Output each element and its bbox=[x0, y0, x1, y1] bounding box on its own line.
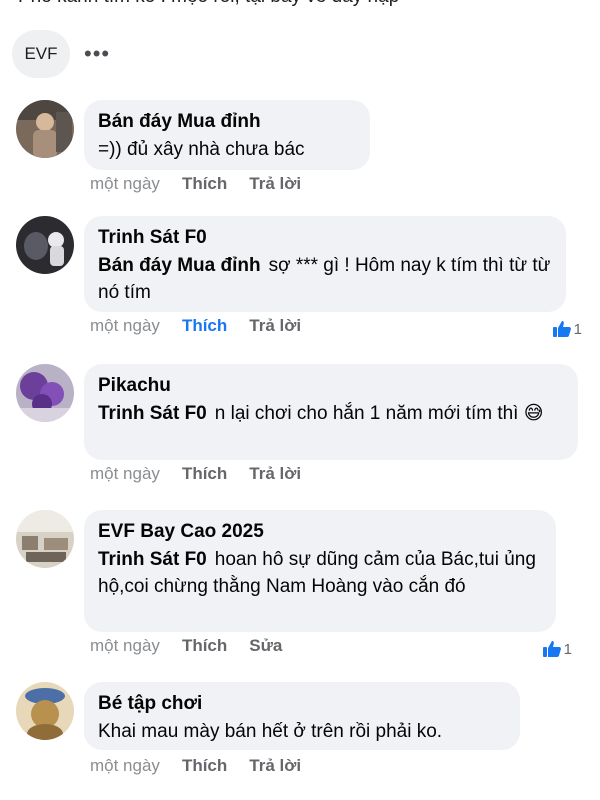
comment-time: một ngày bbox=[90, 464, 160, 483]
avatar[interactable] bbox=[16, 682, 74, 740]
like-button[interactable]: Thích bbox=[182, 174, 227, 194]
mention-tag[interactable]: Trinh Sát F0 bbox=[98, 403, 207, 424]
avatar-image bbox=[16, 216, 74, 274]
comment-bubble: EVF Bay Cao 2025 Trinh Sát F0 hoan hô sự … bbox=[84, 510, 556, 632]
like-count: 1 bbox=[563, 640, 572, 658]
mention-tag[interactable]: Trinh Sát F0 bbox=[98, 549, 207, 570]
avatar[interactable] bbox=[16, 364, 74, 422]
comment-actions: một ngày Thích Trả lời bbox=[90, 756, 301, 776]
comment-actions: một ngày Thích Trả lời bbox=[90, 174, 301, 194]
comment-author[interactable]: Trinh Sát F0 bbox=[98, 224, 552, 252]
comment-time: một ngày bbox=[90, 636, 160, 655]
comment-time: một ngày bbox=[90, 174, 160, 193]
like-thumb-icon bbox=[542, 641, 561, 657]
comment-time: một ngày bbox=[90, 316, 160, 335]
comment-text: Trinh Sát F0 n lại chơi cho hắn 1 năm mới… bbox=[98, 400, 564, 427]
mention-tag[interactable]: Bán đáy Mua đỉnh bbox=[98, 255, 261, 276]
author-chip[interactable]: EVF bbox=[12, 30, 70, 78]
avatar-image bbox=[16, 364, 74, 422]
avatar-image bbox=[16, 682, 74, 740]
reply-button[interactable]: Trả lời bbox=[249, 174, 301, 194]
avatar-image bbox=[16, 510, 74, 568]
comment-body: n lại chơi cho hắn 1 năm mới tím thì 😅 bbox=[214, 403, 544, 424]
post-author-row: EVF ••• bbox=[12, 30, 110, 78]
comment-bubble: Pikachu Trinh Sát F0 n lại chơi cho hắn 1… bbox=[84, 364, 578, 460]
reaction-count[interactable]: 1 bbox=[552, 320, 582, 338]
comment-time: một ngày bbox=[90, 756, 160, 775]
comment-actions: một ngày Thích Sửa bbox=[90, 636, 282, 656]
reply-button[interactable]: Trả lời bbox=[249, 756, 301, 776]
avatar[interactable] bbox=[16, 100, 74, 158]
partial-post-text: Phó kanh tìm ko : mẹo rồi, tại bây về đầ… bbox=[18, 0, 399, 8]
comment-actions: một ngày Thích Trả lời bbox=[90, 316, 301, 336]
comments-screen: Phó kanh tìm ko : mẹo rồi, tại bây về đầ… bbox=[0, 0, 600, 800]
like-thumb-icon bbox=[552, 321, 571, 337]
reply-button[interactable]: Trả lời bbox=[249, 316, 301, 336]
comment-actions: một ngày Thích Trả lời bbox=[90, 464, 301, 484]
comment-author[interactable]: Bé tập chơi bbox=[98, 690, 506, 718]
comment-bubble: Bán đáy Mua đỉnh =)) đủ xây nhà chưa bác bbox=[84, 100, 370, 170]
avatar-image bbox=[16, 100, 74, 158]
avatar[interactable] bbox=[16, 216, 74, 274]
comment-author[interactable]: Pikachu bbox=[98, 372, 564, 400]
comment-text: Khai mau mày bán hết ở trên rồi phải ko. bbox=[98, 721, 443, 742]
comment-author[interactable]: EVF Bay Cao 2025 bbox=[98, 518, 542, 546]
like-button[interactable]: Thích bbox=[182, 316, 227, 336]
comment-text: =)) đủ xây nhà chưa bác bbox=[98, 139, 305, 160]
reply-button[interactable]: Trả lời bbox=[249, 464, 301, 484]
more-options-icon[interactable]: ••• bbox=[84, 43, 110, 65]
comment-text: Bán đáy Mua đỉnh sợ *** gì ! Hôm nay k tí… bbox=[98, 252, 552, 306]
like-button[interactable]: Thích bbox=[182, 464, 227, 484]
comment-text: Trinh Sát F0 hoan hô sự dũng cảm của Bác,… bbox=[98, 546, 542, 600]
comment-bubble: Bé tập chơi Khai mau mày bán hết ở trên … bbox=[84, 682, 520, 750]
edit-button[interactable]: Sửa bbox=[249, 636, 282, 656]
comment-author[interactable]: Bán đáy Mua đỉnh bbox=[98, 108, 356, 136]
like-button[interactable]: Thích bbox=[182, 756, 227, 776]
like-button[interactable]: Thích bbox=[182, 636, 227, 656]
like-count: 1 bbox=[573, 320, 582, 338]
comment-bubble: Trinh Sát F0 Bán đáy Mua đỉnh sợ *** gì !… bbox=[84, 216, 566, 312]
avatar[interactable] bbox=[16, 510, 74, 568]
reaction-count[interactable]: 1 bbox=[542, 640, 572, 658]
